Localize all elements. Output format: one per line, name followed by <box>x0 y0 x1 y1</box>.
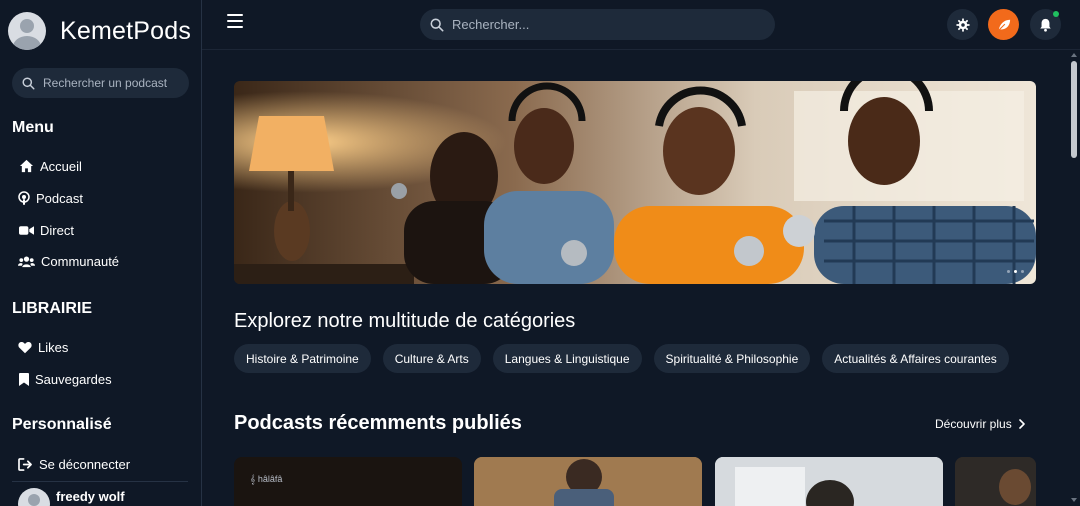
logout-label: Se déconnecter <box>39 456 131 472</box>
podcast-card[interactable] <box>955 457 1036 506</box>
sidebar-item-sauvegardes[interactable]: Sauvegardes <box>18 371 112 387</box>
notifications-button[interactable] <box>1030 9 1061 40</box>
leaf-icon <box>997 19 1010 31</box>
discover-more-label: Découvrir plus <box>935 417 1012 431</box>
card-thumbnail <box>715 457 943 506</box>
sidebar-item-label: Sauvegardes <box>35 371 112 387</box>
carousel-dot[interactable] <box>1007 270 1010 273</box>
settings-icon <box>955 17 970 32</box>
carousel-dots[interactable] <box>1007 270 1024 273</box>
menu-section-title: Menu <box>12 119 54 136</box>
heart-icon <box>18 339 32 355</box>
category-chip[interactable]: Histoire & Patrimoine <box>234 344 371 373</box>
scroll-up-arrow[interactable] <box>1071 53 1077 57</box>
sidebar-item-direct[interactable]: Direct <box>18 222 74 238</box>
bell-icon <box>1040 18 1051 32</box>
home-icon <box>18 158 34 174</box>
sidebar-item-label: Accueil <box>40 158 82 174</box>
podcast-card[interactable] <box>474 457 702 506</box>
main-content: Explorez notre multitude de catégories H… <box>202 51 1068 506</box>
theme-button[interactable] <box>988 9 1019 40</box>
top-search <box>420 9 775 40</box>
topbar <box>202 0 1080 50</box>
user-profile[interactable]: freedy wolf <box>18 488 125 506</box>
category-chip[interactable]: Langues & Linguistique <box>492 344 642 373</box>
menu-icon[interactable] <box>227 14 243 30</box>
top-search-input[interactable] <box>452 17 752 32</box>
video-icon <box>18 222 34 238</box>
sidebar-search-input[interactable] <box>43 76 183 90</box>
scroll-down-arrow[interactable] <box>1071 498 1077 502</box>
sidebar-item-label: Podcast <box>36 190 83 206</box>
search-icon <box>430 18 444 31</box>
podcast-card[interactable]: 𝄞 hâlâfâ ▬▬ ▬▬▬ <box>234 457 462 506</box>
category-chip[interactable]: Culture & Arts <box>382 344 481 373</box>
hero-banner[interactable] <box>234 81 1036 284</box>
sidebar-item-likes[interactable]: Likes <box>18 339 68 355</box>
sidebar-divider <box>12 481 188 482</box>
discover-more-link[interactable]: Découvrir plus <box>935 417 1027 431</box>
brand-avatar <box>8 12 46 50</box>
categories-title: Explorez notre multitude de catégories <box>234 310 576 332</box>
settings-button[interactable] <box>947 9 978 40</box>
category-chip[interactable]: Actualités & Affaires courantes <box>822 344 1009 373</box>
hero-image <box>234 81 1036 284</box>
scroll-thumb[interactable] <box>1071 61 1077 158</box>
carousel-dot[interactable] <box>1014 270 1017 273</box>
app: KemetPods Menu Accueil Podcast Direct <box>0 0 1080 506</box>
brand[interactable]: KemetPods <box>8 12 191 50</box>
chevron-right-icon <box>1018 419 1025 429</box>
sidebar-search <box>12 68 189 98</box>
scrollbar[interactable] <box>1068 51 1080 506</box>
bookmark-icon <box>18 371 29 387</box>
card-title-fragment: ▬▬ ▬▬▬ <box>248 497 355 506</box>
carousel-dot[interactable] <box>1021 270 1024 273</box>
sidebar-item-label: Direct <box>40 222 74 238</box>
user-name: freedy wolf <box>56 489 125 504</box>
search-icon <box>22 76 35 90</box>
notification-dot <box>1053 11 1059 17</box>
sidebar-item-label: Likes <box>38 339 69 355</box>
brand-name: KemetPods <box>60 16 192 45</box>
logout-button[interactable]: Se déconnecter <box>18 456 130 472</box>
avatar <box>18 488 50 506</box>
sidebar-item-accueil[interactable]: Accueil <box>18 158 82 174</box>
card-thumbnail <box>474 457 702 506</box>
card-thumbnail <box>955 457 1036 506</box>
card-logo: 𝄞 hâlâfâ <box>250 474 283 484</box>
podcast-card[interactable] <box>715 457 943 506</box>
sidebar-item-communaute[interactable]: Communauté <box>18 253 119 269</box>
podcast-icon <box>18 190 30 206</box>
custom-section-title: Personnalisé <box>12 416 112 433</box>
category-list: Histoire & Patrimoine Culture & Arts Lan… <box>234 344 1009 373</box>
users-icon <box>18 253 35 269</box>
library-section-title: LIBRAIRIE <box>12 300 92 317</box>
recent-podcasts-title: Podcasts récemments publiés <box>234 412 522 434</box>
sidebar-item-label: Communauté <box>41 253 120 269</box>
logout-icon <box>18 456 33 472</box>
sidebar-item-podcast[interactable]: Podcast <box>18 190 83 206</box>
sidebar: KemetPods Menu Accueil Podcast Direct <box>0 0 202 506</box>
category-chip[interactable]: Spiritualité & Philosophie <box>653 344 811 373</box>
